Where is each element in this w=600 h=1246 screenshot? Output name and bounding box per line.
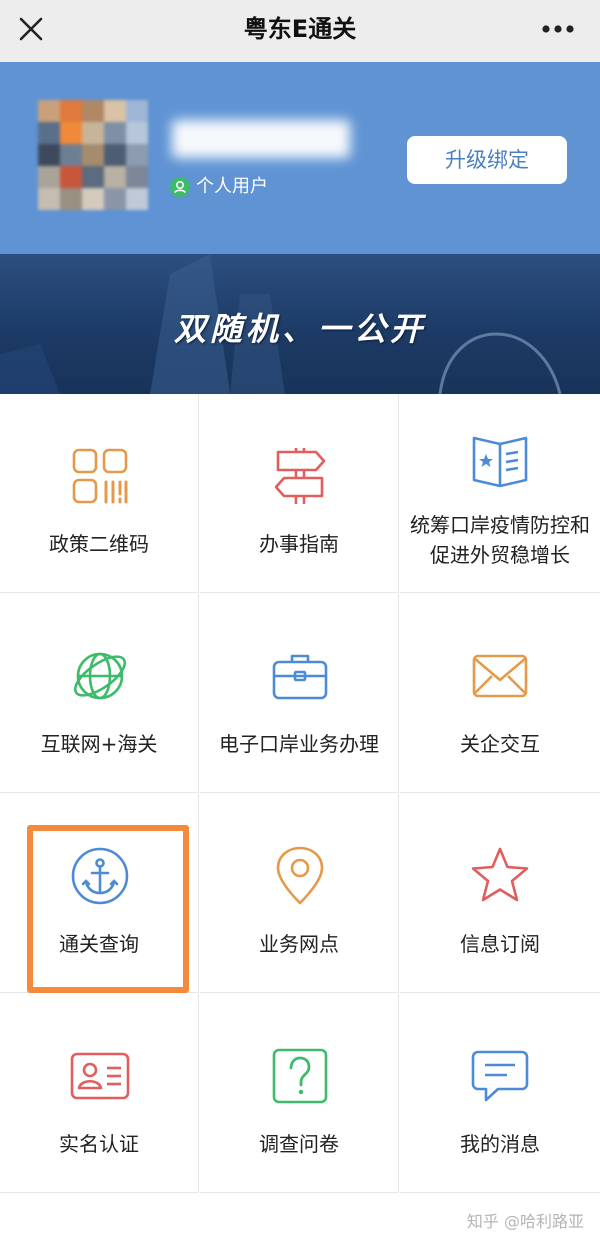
user-type: 个人用户: [170, 174, 268, 200]
grid-item-real-name[interactable]: 实名认证: [0, 994, 199, 1193]
grid-item-policy-qr-code[interactable]: 政策二维码: [0, 394, 199, 593]
grid-item-interaction[interactable]: 关企交互: [400, 594, 600, 793]
page-title: 粤东E通关: [243, 15, 357, 43]
banner[interactable]: 双随机、一公开: [0, 254, 600, 394]
grid-item-label: 通关查询: [59, 932, 139, 956]
briefcase-icon: [272, 654, 328, 700]
watermark: 知乎 @哈利路亚: [466, 1212, 584, 1231]
id-card-icon: [70, 1052, 130, 1100]
grid-item-label: 信息订阅: [460, 932, 540, 956]
grid-item-epidemic-trade[interactable]: 统筹口岸疫情防控和促进外贸稳增长: [400, 394, 600, 593]
grid-item-internet-customs[interactable]: 互联网+海关: [0, 594, 199, 793]
qr-code-icon: [72, 448, 128, 504]
grid-item-subscription[interactable]: 信息订阅: [400, 794, 600, 993]
user-type-label: 个人用户: [196, 176, 268, 197]
grid-item-label: 关企交互: [460, 732, 540, 756]
title-bar: 粤东E通关: [0, 0, 600, 63]
grid-item-label: 统筹口岸疫情防控和促进外贸稳增长: [410, 513, 590, 567]
signpost-icon: [274, 448, 326, 504]
globe-icon: [73, 652, 127, 700]
question-icon: [272, 1048, 328, 1104]
grid-item-label: 实名认证: [59, 1132, 139, 1156]
grid-item-clearance-query[interactable]: 通关查询: [0, 794, 199, 993]
user-icon: [170, 177, 190, 197]
feature-grid: 政策二维码 办事指南 统筹口岸疫情防控和促进外贸稳增长 互联网+海关 电子口岸业…: [0, 394, 600, 1194]
grid-item-label: 我的消息: [460, 1132, 540, 1156]
book-icon: [472, 436, 528, 488]
grid-item-label: 办事指南: [259, 532, 339, 556]
grid-item-guide[interactable]: 办事指南: [200, 394, 399, 593]
message-icon: [471, 1050, 529, 1102]
grid-item-my-messages[interactable]: 我的消息: [400, 994, 600, 1193]
banner-slogan: 双随机、一公开: [173, 310, 426, 348]
grid-item-label: 电子口岸业务办理: [219, 732, 379, 756]
grid-item-service-outlets[interactable]: 业务网点: [200, 794, 399, 993]
username-redacted: [172, 120, 350, 158]
upgrade-bind-button[interactable]: 升级绑定: [407, 136, 567, 184]
star-icon: [471, 847, 529, 902]
grid-item-label: 调查问卷: [259, 1132, 339, 1156]
anchor-icon: [71, 847, 129, 905]
more-icon[interactable]: [538, 14, 578, 44]
grid-item-label: 互联网+海关: [40, 732, 158, 756]
grid-item-e-port[interactable]: 电子口岸业务办理: [200, 594, 399, 793]
location-pin-icon: [276, 846, 324, 905]
grid-item-label: 业务网点: [259, 932, 339, 956]
avatar[interactable]: [38, 100, 150, 212]
profile-panel: 个人用户 升级绑定: [0, 62, 600, 254]
envelope-icon: [472, 654, 528, 698]
grid-item-survey[interactable]: 调查问卷: [200, 994, 399, 1193]
grid-item-label: 政策二维码: [49, 532, 149, 556]
